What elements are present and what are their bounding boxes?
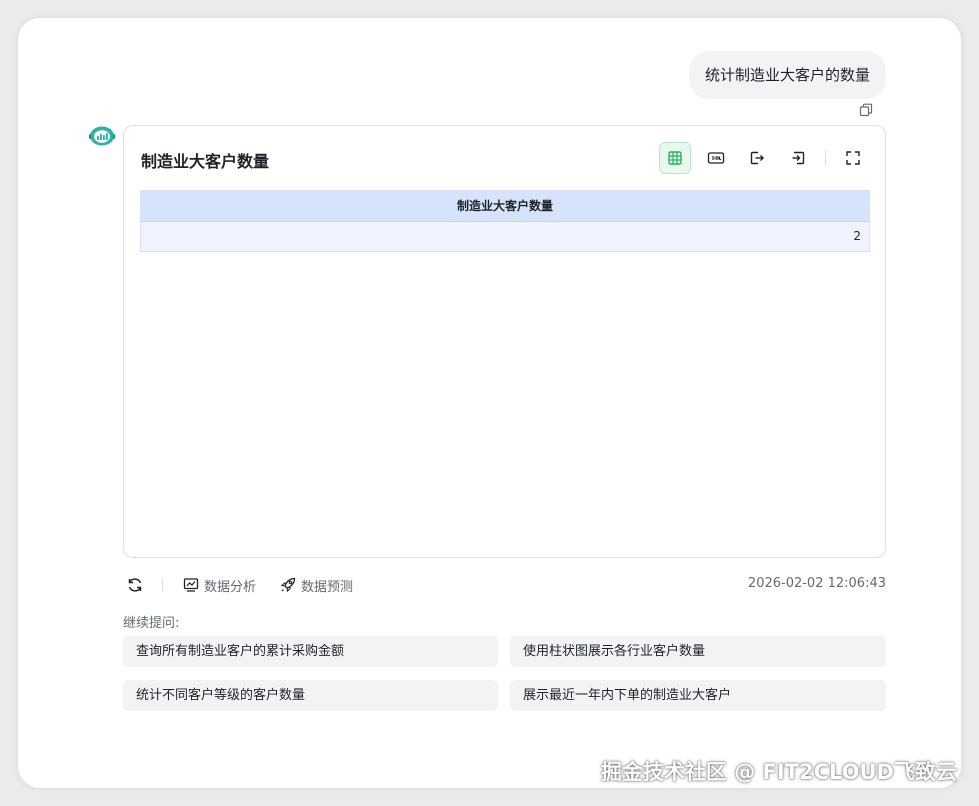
data-predict-button[interactable]: 数据预测 — [280, 576, 353, 595]
data-predict-label: 数据预测 — [301, 579, 354, 595]
assistant-avatar-icon — [88, 124, 116, 148]
card-title: 制造业大客户数量 — [141, 152, 270, 171]
fullscreen-button[interactable] — [837, 142, 869, 174]
watermark: 掘金技术社区 @ FIT2CLOUD飞致云 — [600, 760, 957, 784]
copy-icon[interactable] — [859, 102, 873, 117]
import-icon — [792, 151, 805, 165]
fullscreen-icon — [846, 151, 860, 165]
message-actions: 数据分析 数据预测 — [126, 574, 353, 596]
refresh-icon — [128, 578, 142, 592]
export-button[interactable] — [741, 142, 773, 174]
chat-window: 统计制造业大客户的数量 制造业大客户数量 制造业大客户数量 2 数据分析 数据预… — [18, 18, 961, 788]
table-view-button[interactable] — [659, 142, 691, 174]
sql-icon — [707, 152, 725, 164]
import-button[interactable] — [782, 142, 814, 174]
suggestion-item[interactable]: 统计不同客户等级的客户数量 — [123, 680, 498, 711]
actions-divider — [162, 578, 163, 592]
analysis-chart-icon — [183, 578, 199, 592]
table-icon — [668, 151, 682, 165]
result-card: 制造业大客户数量 制造业大客户数量 2 — [123, 125, 886, 558]
data-analysis-label: 数据分析 — [204, 579, 257, 595]
suggestion-item[interactable]: 使用柱状图展示各行业客户数量 — [510, 636, 886, 667]
suggestion-item[interactable]: 展示最近一年内下单的制造业大客户 — [510, 680, 886, 711]
export-icon — [750, 151, 764, 165]
data-analysis-button[interactable]: 数据分析 — [183, 576, 256, 595]
suggestion-item[interactable]: 查询所有制造业客户的累计采购金额 — [123, 636, 498, 667]
table-header-cell: 制造业大客户数量 — [141, 191, 869, 222]
user-message-bubble: 统计制造业大客户的数量 — [688, 51, 886, 99]
sql-button[interactable] — [700, 142, 732, 174]
card-toolbar — [659, 142, 869, 174]
result-table: 制造业大客户数量 2 — [140, 190, 870, 252]
message-timestamp: 2026-02-02 12:06:43 — [747, 576, 886, 591]
refresh-button[interactable] — [126, 576, 144, 594]
followup-label: 继续提问: — [123, 616, 180, 631]
toolbar-divider — [825, 150, 826, 166]
rocket-icon — [280, 577, 296, 593]
table-cell: 2 — [141, 222, 869, 251]
